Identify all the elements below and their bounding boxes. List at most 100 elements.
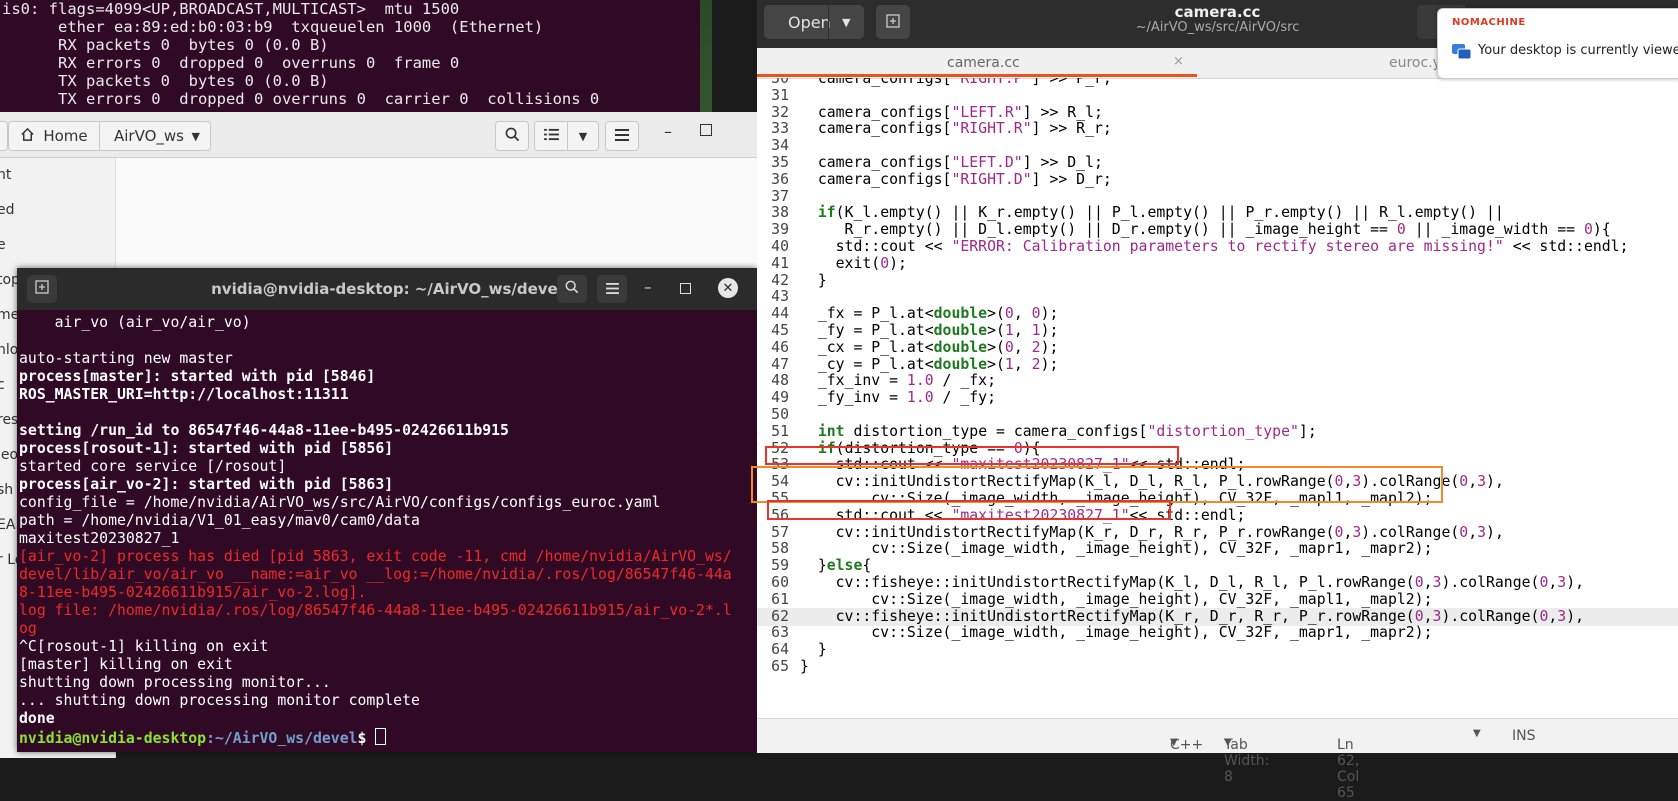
search-button[interactable] bbox=[495, 121, 529, 151]
line-number: 33 bbox=[771, 120, 789, 138]
minimize-button[interactable]: – bbox=[664, 122, 672, 141]
code-line[interactable]: 48 _fx_inv = 1.0 / _fx; bbox=[757, 372, 1678, 390]
code-text: } bbox=[800, 641, 827, 659]
code-line[interactable]: 64 } bbox=[757, 641, 1678, 659]
code-line[interactable]: 62 cv::fisheye::initUndistortRectifyMap(… bbox=[757, 607, 1678, 626]
code-line[interactable]: 59 }else{ bbox=[757, 557, 1678, 575]
terminal-maximize-button[interactable] bbox=[680, 283, 691, 294]
path-current-button[interactable]: AirVO_ws ▼ bbox=[99, 121, 211, 151]
code-line[interactable]: 65} bbox=[757, 658, 1678, 676]
back-button[interactable] bbox=[0, 121, 8, 151]
background-terminal[interactable]: is0: flags=4099<UP,BROADCAST,MULTICAST> … bbox=[0, 0, 705, 118]
terminal-line: RX errors 0 dropped 0 overruns 0 frame 0 bbox=[2, 54, 460, 72]
line-number: 43 bbox=[771, 288, 789, 306]
sidebar-item[interactable]: e bbox=[0, 228, 115, 263]
line-number: 31 bbox=[771, 86, 789, 104]
view-options-button[interactable]: ▼ bbox=[567, 121, 599, 151]
code-text: _fx = P_l.at<double>(0, 0); bbox=[800, 305, 1059, 323]
code-line[interactable]: 61 cv::Size(_image_width, _image_height)… bbox=[757, 591, 1678, 609]
code-text: } bbox=[800, 271, 827, 289]
terminal-output[interactable]: air_vo (air_vo/air_vo) auto-starting new … bbox=[19, 314, 757, 746]
terminal-line: done bbox=[19, 710, 55, 727]
code-line[interactable]: 32 camera_configs["LEFT.R"] >> R_l; bbox=[757, 104, 1678, 122]
terminal-minimize-button[interactable]: – bbox=[644, 278, 652, 296]
code-text: } bbox=[800, 658, 809, 675]
hamburger-menu-icon bbox=[615, 127, 629, 145]
code-text: cv::Size(_image_width, _image_height), C… bbox=[800, 590, 1433, 608]
code-text: camera_configs["LEFT.D"] >> D_l; bbox=[800, 154, 1103, 171]
tab-close-button[interactable]: × bbox=[1173, 54, 1184, 69]
code-line[interactable]: 45 _fy = P_l.at<double>(1, 1); bbox=[757, 322, 1678, 340]
code-line[interactable]: 43 bbox=[757, 288, 1678, 306]
terminal-headerbar: nvidia@nvidia-desktop: ~/AirVO_ws/devel … bbox=[17, 268, 757, 310]
line-number: 46 bbox=[771, 338, 789, 356]
code-view[interactable]: 30 camera_configs["RIGHT.P"] >> P_r; 31 32… bbox=[757, 78, 1678, 718]
code-text: }else{ bbox=[800, 557, 872, 575]
line-number: 37 bbox=[771, 187, 789, 205]
code-line[interactable]: 49 _fy_inv = 1.0 / _fy; bbox=[757, 389, 1678, 407]
terminal-line: ^C[rosout-1] killing on exit bbox=[19, 638, 269, 655]
code-text: camera_configs["RIGHT.D"] >> D_r; bbox=[800, 170, 1112, 188]
code-line[interactable]: 50 bbox=[757, 406, 1678, 424]
code-line[interactable]: 41 exit(0); bbox=[757, 255, 1678, 273]
code-line[interactable]: 34 bbox=[757, 137, 1678, 155]
line-number: 62 bbox=[771, 607, 789, 625]
insert-mode[interactable]: INS bbox=[1512, 728, 1536, 744]
chevron-down-icon[interactable]: ▼ bbox=[1473, 728, 1481, 739]
code-line[interactable]: 46 _cx = P_l.at<double>(0, 2); bbox=[757, 339, 1678, 357]
code-line[interactable]: 63 cv::Size(_image_width, _image_height)… bbox=[757, 624, 1678, 642]
line-number: 42 bbox=[771, 271, 789, 289]
line-number: 38 bbox=[771, 204, 789, 222]
code-text: _cy = P_l.at<double>(1, 2); bbox=[800, 355, 1059, 373]
code-line[interactable]: 36 camera_configs["RIGHT.D"] >> D_r; bbox=[757, 171, 1678, 189]
tab-euroc-yaml[interactable]: euroc.y bbox=[1389, 48, 1441, 78]
maximize-button[interactable] bbox=[700, 124, 712, 136]
code-line[interactable]: 31 bbox=[757, 87, 1678, 105]
menu-button[interactable] bbox=[605, 121, 639, 151]
line-number: 64 bbox=[771, 641, 789, 659]
line-number: 58 bbox=[771, 540, 789, 558]
sidebar-item[interactable]: nt bbox=[0, 158, 115, 193]
terminal-menu-button[interactable] bbox=[597, 275, 627, 303]
line-number: 50 bbox=[771, 406, 789, 423]
terminal-prompt[interactable]: nvidia@nvidia-desktop:~/AirVO_ws/devel$ bbox=[19, 728, 757, 746]
code-line[interactable]: 37 bbox=[757, 188, 1678, 206]
code-line[interactable]: 60 cv::fisheye::initUndistortRectifyMap(… bbox=[757, 574, 1678, 592]
terminal-line: ROS_MASTER_URI=http://localhost:11311 bbox=[19, 386, 349, 403]
code-line[interactable]: 39 R_r.empty() || D_l.empty() || D_r.emp… bbox=[757, 221, 1678, 239]
code-text: camera_configs["RIGHT.P"] >> P_r; bbox=[800, 78, 1112, 87]
sidebar-item[interactable]: ed bbox=[0, 193, 115, 228]
code-text: R_r.empty() || D_l.empty() || D_r.empty(… bbox=[800, 221, 1611, 239]
line-number: 65 bbox=[771, 658, 789, 675]
code-line[interactable]: 38 if(K_l.empty() || K_r.empty() || P_l.… bbox=[757, 204, 1678, 222]
list-view-button[interactable] bbox=[534, 121, 568, 151]
terminal-search-button[interactable] bbox=[557, 275, 587, 303]
terminal-line: [air_vo-2] process has died [pid 5863, e… bbox=[19, 548, 732, 565]
line-number: 44 bbox=[771, 305, 789, 323]
code-line[interactable]: 47 _cy = P_l.at<double>(1, 2); bbox=[757, 356, 1678, 374]
code-text: cv::initUndistortRectifyMap(K_r, D_r, R_… bbox=[800, 523, 1504, 541]
line-number: 35 bbox=[771, 154, 789, 171]
line-number: 63 bbox=[771, 624, 789, 642]
code-line[interactable]: 58 cv::Size(_image_width, _image_height)… bbox=[757, 540, 1678, 558]
code-text: cv::fisheye::initUndistortRectifyMap(K_r… bbox=[800, 607, 1585, 625]
code-line[interactable]: 33 camera_configs["RIGHT.R"] >> R_r; bbox=[757, 120, 1678, 138]
code-line[interactable]: 40 std::cout << "ERROR: Calibration para… bbox=[757, 238, 1678, 256]
code-line[interactable]: 42 } bbox=[757, 272, 1678, 290]
code-line[interactable]: 51 int distortion_type = camera_configs[… bbox=[757, 423, 1678, 441]
close-icon: × bbox=[1173, 54, 1184, 69]
code-line[interactable]: 44 _fx = P_l.at<double>(0, 0); bbox=[757, 305, 1678, 323]
code-line[interactable]: 35 camera_configs["LEFT.D"] >> D_l; bbox=[757, 154, 1678, 172]
terminal-line: shutting down processing monitor... bbox=[19, 674, 331, 691]
code-text: _fx_inv = 1.0 / _fx; bbox=[800, 372, 996, 390]
tab-label: euroc.y bbox=[1389, 55, 1441, 71]
text-editor-window[interactable]: Open ▼ camera.cc ~/AirVO_ws/src/AirVO/sr… bbox=[751, 0, 1678, 801]
terminal-line: 8-11ee-b495-02426611b915/air_vo-2.log]. bbox=[19, 584, 367, 601]
terminal-close-button[interactable]: ✕ bbox=[718, 278, 738, 298]
path-home-button[interactable]: Home bbox=[8, 121, 100, 151]
terminal-window[interactable]: nvidia@nvidia-desktop: ~/AirVO_ws/devel … bbox=[17, 268, 757, 752]
nomachine-notification[interactable]: NOMACHINE Your desktop is currently view… bbox=[1437, 8, 1678, 79]
prompt-user: nvidia@nvidia-desktop bbox=[19, 730, 207, 746]
code-line[interactable]: 57 cv::initUndistortRectifyMap(K_r, D_r,… bbox=[757, 524, 1678, 542]
